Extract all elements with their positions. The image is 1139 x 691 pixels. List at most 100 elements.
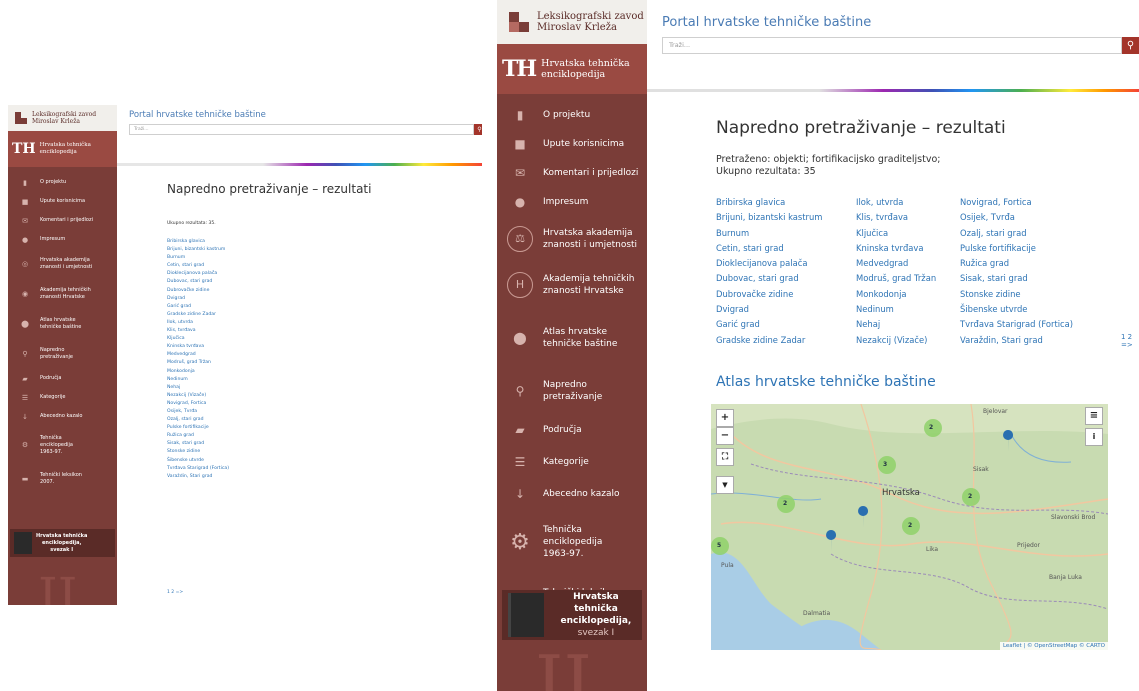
map-attribution[interactable]: Leaflet | © OpenStreetMap © CARTO bbox=[999, 642, 1108, 650]
result-link[interactable]: Modruš, grad Tržan bbox=[856, 271, 960, 286]
result-link[interactable]: Burnum bbox=[167, 254, 229, 262]
portal-title[interactable]: Portal hrvatske tehničke baštine bbox=[129, 110, 266, 120]
pagination[interactable]: 1 2 => bbox=[167, 590, 183, 595]
result-link[interactable]: Dubrovačke zidine bbox=[716, 287, 856, 302]
zoom-out-button[interactable]: − bbox=[716, 427, 734, 445]
encyclopedia-volume-promo[interactable]: Hrvatska tehnička enciklopedija, svezak I bbox=[502, 590, 642, 640]
result-link[interactable]: Dioklecijanova palača bbox=[167, 270, 229, 278]
result-link[interactable]: Stonske zidine bbox=[960, 287, 1100, 302]
sidebar-item-komentari[interactable]: ✉ Komentari i prijedlozi bbox=[8, 211, 117, 230]
encyclopedia-logo[interactable]: TH Hrvatska tehnička enciklopedija bbox=[8, 131, 117, 167]
result-link[interactable]: Tvrđava Starigrad (Fortica) bbox=[167, 465, 229, 473]
result-link[interactable]: Dioklecijanova palača bbox=[716, 256, 856, 271]
result-link[interactable]: Osijek, Tvrđa bbox=[960, 210, 1100, 225]
result-link[interactable]: Brijuni, bizantski kastrum bbox=[167, 246, 229, 254]
sidebar-item-impresum[interactable]: ● Impresum bbox=[8, 230, 117, 249]
result-link[interactable]: Garić grad bbox=[167, 303, 229, 311]
sidebar-item-napredno[interactable]: ⚲ Napredno pretraživanje bbox=[497, 368, 647, 414]
institute-logo[interactable]: Leksikografski zavod Miroslav Krleža bbox=[8, 105, 117, 131]
result-link[interactable]: Ključica bbox=[856, 226, 960, 241]
sidebar-item-hatz[interactable]: ◉ Akademija tehničkih znanosti Hrvatske bbox=[8, 279, 117, 309]
result-link[interactable]: Monkodonja bbox=[856, 287, 960, 302]
result-link[interactable]: Nehaj bbox=[167, 384, 229, 392]
result-link[interactable]: Dubrovačke zidine bbox=[167, 287, 229, 295]
sidebar-item-napredno[interactable]: ⚲ Napredno pretraživanje bbox=[8, 339, 117, 369]
sidebar-item-kategorije[interactable]: ☰ Kategorije bbox=[8, 388, 117, 407]
cluster-count[interactable]: 5 bbox=[717, 542, 721, 549]
layers-button[interactable]: ≡ bbox=[1085, 407, 1103, 425]
sidebar-item-tehnicki-leksikon[interactable]: ▬Tehnički leksikon2007. bbox=[8, 464, 117, 494]
result-link[interactable]: Nezakcij (Vizače) bbox=[856, 333, 960, 348]
result-link[interactable]: Tvrđava Starigrad (Fortica) bbox=[960, 317, 1100, 332]
cluster-count[interactable]: 3 bbox=[883, 461, 887, 468]
sidebar-item-podrucja[interactable]: ▰ Područja bbox=[497, 414, 647, 446]
result-link[interactable]: Varaždin, Stari grad bbox=[167, 473, 229, 481]
sidebar-item-hatz[interactable]: H Akademija tehničkih znanosti Hrvatske bbox=[497, 262, 647, 308]
cluster-count[interactable]: 2 bbox=[929, 424, 933, 431]
result-link[interactable]: Bribirska glavica bbox=[716, 195, 856, 210]
result-link[interactable]: Šibenske utvrde bbox=[960, 302, 1100, 317]
atlas-map[interactable]: + − ⛶ ▼ ≡ i 2 3 2 2 2 5 Hrvatska Bjelova… bbox=[711, 404, 1108, 650]
portal-title[interactable]: Portal hrvatske tehničke baštine bbox=[662, 15, 871, 30]
search-input[interactable]: Traži... bbox=[129, 124, 474, 135]
result-link[interactable]: Klis, tvrđava bbox=[856, 210, 960, 225]
filter-button[interactable]: ▼ bbox=[716, 476, 734, 494]
result-link[interactable]: Garić grad bbox=[716, 317, 856, 332]
result-link[interactable]: Modruš, grad Tržan bbox=[167, 359, 229, 367]
result-link[interactable]: Sisak, stari grad bbox=[167, 440, 229, 448]
result-link[interactable]: Ružica grad bbox=[960, 256, 1100, 271]
result-link[interactable]: Ilok, utvrda bbox=[167, 319, 229, 327]
result-link[interactable]: Gradske zidine Zadar bbox=[716, 333, 856, 348]
result-link[interactable]: Ključica bbox=[167, 335, 229, 343]
result-link[interactable]: Pulske fortifikacije bbox=[960, 241, 1100, 256]
result-link[interactable]: Stonske zidine bbox=[167, 448, 229, 456]
sidebar-item-tehnicka-enciklopedija[interactable]: ⚙ Tehnička enciklopedija 1963-97. bbox=[497, 510, 647, 574]
result-link[interactable]: Novigrad, Fortica bbox=[167, 400, 229, 408]
result-link[interactable]: Nezakcij (Vizače) bbox=[167, 392, 229, 400]
result-link[interactable]: Ilok, utvrda bbox=[856, 195, 960, 210]
sidebar-item-o-projektu[interactable]: ▮ O projektu bbox=[497, 100, 647, 129]
result-link[interactable]: Monkodonja bbox=[167, 368, 229, 376]
sidebar-item-abecedno[interactable]: ↓ Abecedno kazalo bbox=[497, 478, 647, 510]
result-link[interactable]: Novigrad, Fortica bbox=[960, 195, 1100, 210]
result-link[interactable]: Ružica grad bbox=[167, 432, 229, 440]
encyclopedia-logo[interactable]: TH Hrvatska tehnička enciklopedija bbox=[497, 44, 647, 94]
result-link[interactable]: Nehaj bbox=[856, 317, 960, 332]
result-link[interactable]: Varaždin, Stari grad bbox=[960, 333, 1100, 348]
info-button[interactable]: i bbox=[1085, 428, 1103, 446]
result-link[interactable]: Cetin, stari grad bbox=[167, 262, 229, 270]
sidebar-item-tehnicka-enciklopedija[interactable]: ⚙ Tehnička enciklopedija 1963-97. bbox=[8, 426, 117, 464]
result-link[interactable]: Dubovac, stari grad bbox=[716, 271, 856, 286]
result-link[interactable]: Nedinum bbox=[167, 376, 229, 384]
result-link[interactable]: Bribirska glavica bbox=[167, 238, 229, 246]
search-button[interactable]: ⚲ bbox=[1122, 37, 1139, 54]
result-link[interactable]: Osijek, Tvrđa bbox=[167, 408, 229, 416]
result-link[interactable]: Gradske zidine Zadar bbox=[167, 311, 229, 319]
zoom-in-button[interactable]: + bbox=[716, 409, 734, 427]
result-link[interactable]: Dvigrad bbox=[716, 302, 856, 317]
result-link[interactable]: Burnum bbox=[716, 226, 856, 241]
result-link[interactable]: Ozalj, stari grad bbox=[167, 416, 229, 424]
result-link[interactable]: Medvedgrad bbox=[167, 351, 229, 359]
result-link[interactable]: Dubovac, stari grad bbox=[167, 278, 229, 286]
result-link[interactable]: Cetin, stari grad bbox=[716, 241, 856, 256]
encyclopedia-volume-promo[interactable]: Hrvatska tehnička enciklopedija, svezak I bbox=[10, 529, 115, 557]
sidebar-item-podrucja[interactable]: ▰ Područja bbox=[8, 369, 117, 388]
result-link[interactable]: Pulske fortifikacije bbox=[167, 424, 229, 432]
fullscreen-button[interactable]: ⛶ bbox=[716, 448, 734, 466]
result-link[interactable]: Kninska tvrđava bbox=[856, 241, 960, 256]
result-link[interactable]: Dvigrad bbox=[167, 295, 229, 303]
cluster-count[interactable]: 2 bbox=[908, 522, 912, 529]
sidebar-item-upute[interactable]: ■ Upute korisnicima bbox=[8, 192, 117, 211]
sidebar-item-o-projektu[interactable]: ▮ O projektu bbox=[8, 173, 117, 192]
result-link[interactable]: Medvedgrad bbox=[856, 256, 960, 271]
search-button[interactable]: ⚲ bbox=[474, 124, 482, 135]
sidebar-item-atlas[interactable]: ⬤ Atlas hrvatske tehničke baštine bbox=[497, 308, 647, 368]
cluster-count[interactable]: 2 bbox=[783, 500, 787, 507]
result-link[interactable]: Ozalj, stari grad bbox=[960, 226, 1100, 241]
search-input[interactable]: Traži... bbox=[662, 37, 1122, 54]
sidebar-item-hazu[interactable]: ⚖ Hrvatska akademija znanosti i umjetnosti bbox=[497, 216, 647, 262]
result-link[interactable]: Sisak, stari grad bbox=[960, 271, 1100, 286]
result-link[interactable]: Šibenske utvrde bbox=[167, 457, 229, 465]
sidebar-item-hazu[interactable]: ◎ Hrvatska akademija znanosti i umjetnosti bbox=[8, 249, 117, 279]
